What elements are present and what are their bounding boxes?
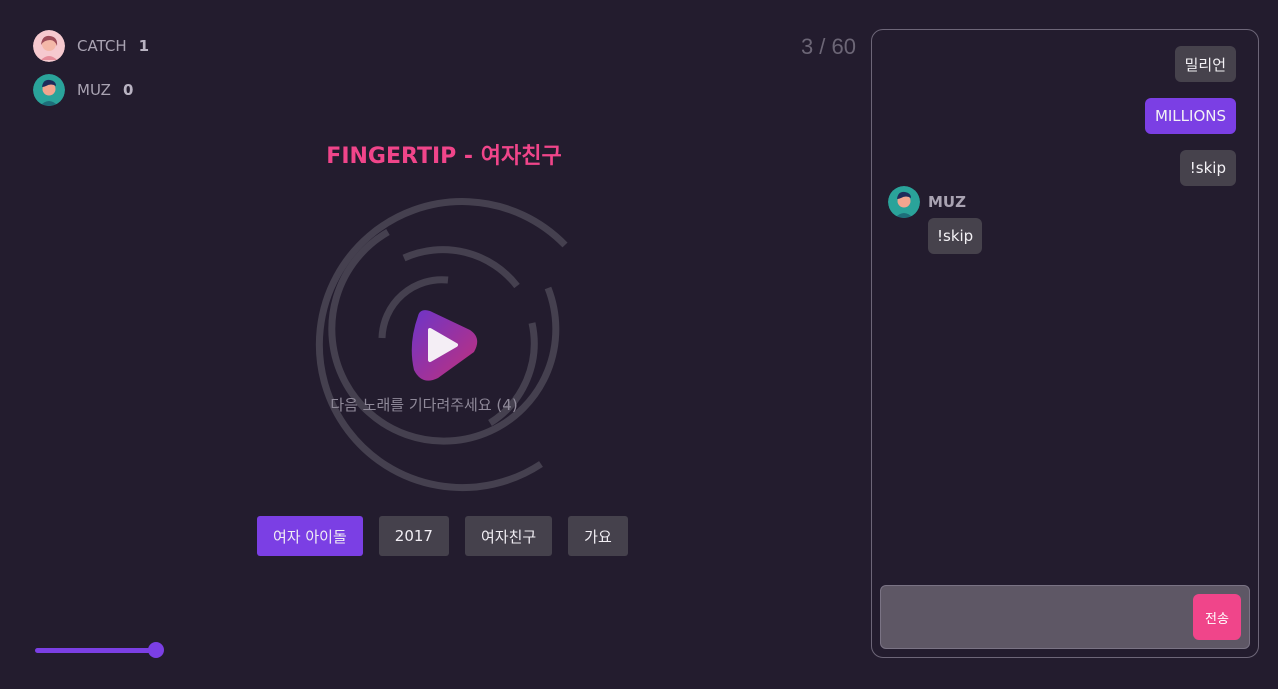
male-avatar-icon: [888, 186, 920, 218]
chat-message-mine: MILLIONS: [1144, 98, 1236, 134]
chat-message-mine: 밀리언: [1174, 46, 1236, 82]
female-avatar-icon: [33, 30, 65, 62]
player-score: 0: [122, 81, 134, 99]
player-list: CATCH 1 MUZ 0: [33, 30, 149, 118]
hint-tags: 여자 아이돌 2017 여자친구 가요: [257, 516, 628, 556]
play-icon: [411, 310, 478, 381]
player-score: 1: [138, 37, 150, 55]
tag-chip[interactable]: 2017: [378, 516, 449, 556]
volume-thumb[interactable]: [148, 642, 164, 658]
chat-input-area: 전송: [880, 585, 1250, 649]
chat-input[interactable]: [881, 586, 1189, 648]
status-text: 다음 노래를 기다려주세요 (4): [330, 396, 518, 414]
chat-sender: MUZ: [888, 186, 966, 218]
chat-message-mine: !skip: [1179, 150, 1236, 186]
player-name: MUZ: [77, 81, 111, 99]
volume-track[interactable]: [35, 648, 155, 653]
chat-sender-name: MUZ: [928, 193, 966, 211]
player-row: CATCH 1: [33, 30, 149, 62]
tag-chip[interactable]: 가요: [568, 516, 628, 556]
tag-chip[interactable]: 여자친구: [464, 516, 553, 556]
chat-panel: 밀리언 MILLIONS !skip MUZ !skip 전송: [871, 29, 1259, 658]
play-button[interactable]: [408, 308, 480, 382]
volume-slider[interactable]: [35, 642, 164, 658]
music-visualizer: 다음 노래를 기다려주세요 (4): [264, 170, 584, 520]
player-name: CATCH: [77, 37, 127, 55]
song-title: FINGERTIP - 여자친구: [326, 144, 562, 169]
tag-chip[interactable]: 여자 아이돌: [257, 516, 363, 556]
chat-message-other: !skip: [928, 218, 983, 254]
send-button[interactable]: 전송: [1193, 594, 1241, 640]
male-avatar-icon: [33, 74, 65, 106]
round-counter: 3 / 60: [800, 34, 856, 59]
player-row: MUZ 0: [33, 74, 149, 106]
